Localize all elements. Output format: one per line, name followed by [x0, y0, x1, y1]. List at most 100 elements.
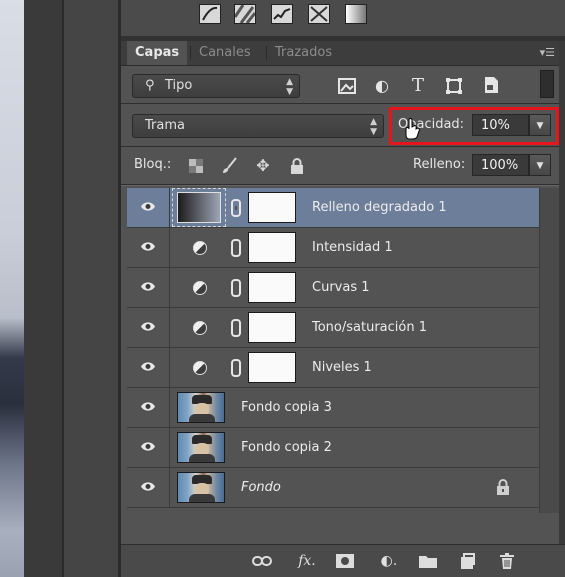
visibility-toggle[interactable] — [127, 228, 170, 267]
layers-list: Relleno degradado 1 Intensidad 1 Curvas … — [127, 188, 539, 513]
layer-row[interactable]: Fondo — [127, 468, 539, 508]
layer-row[interactable]: Curvas 1 — [127, 268, 539, 308]
collapsed-panel-dock — [64, 0, 118, 577]
divider — [121, 146, 565, 147]
exposure-adjustment-icon[interactable] — [233, 4, 257, 24]
layer-row[interactable]: Niveles 1 — [127, 348, 539, 388]
visibility-toggle[interactable] — [127, 428, 170, 467]
layer-mask-thumbnail[interactable] — [248, 312, 296, 343]
layer-name[interactable]: Intensidad 1 — [312, 228, 393, 267]
layer-mask-thumbnail[interactable] — [248, 192, 296, 223]
tab-channels[interactable]: Canales — [191, 41, 259, 65]
visibility-toggle[interactable] — [127, 388, 170, 427]
layer-name[interactable]: Fondo copia 3 — [241, 388, 332, 427]
layers-scrollbar[interactable] — [539, 188, 559, 513]
panel-tab-bar: Capas Canales Trazados ▾☰ — [121, 41, 565, 66]
filter-kind-label: Tipo — [165, 78, 193, 93]
layer-mask-thumbnail[interactable] — [248, 272, 296, 303]
gradient-map-adjustment-icon[interactable] — [345, 4, 367, 24]
new-layer-icon[interactable] — [457, 552, 477, 570]
lock-all-icon[interactable] — [288, 157, 306, 175]
updown-arrows-icon: ▲ ▼ — [286, 77, 293, 97]
layers-bottom-toolbar: fx. ◐. — [121, 544, 565, 577]
eye-icon — [141, 362, 155, 371]
chain-link-icon[interactable] — [231, 279, 241, 297]
fill-label: Relleno: — [413, 157, 466, 172]
divider — [121, 185, 565, 186]
eye-icon — [141, 202, 155, 211]
highlight-annotation-box — [389, 107, 559, 145]
layer-mask-thumbnail[interactable] — [248, 232, 296, 263]
chain-link-icon[interactable] — [231, 359, 241, 377]
panel-edge — [559, 41, 565, 544]
layer-name[interactable]: Fondo copia 2 — [241, 428, 332, 467]
adjustment-filter-icon[interactable]: ◐ — [372, 76, 392, 96]
lock-position-icon[interactable]: ✥ — [254, 157, 272, 175]
layer-style-fx-icon[interactable]: fx. — [297, 552, 317, 570]
layer-name[interactable]: Tono/saturación 1 — [312, 308, 427, 347]
lock-image-pixels-icon[interactable] — [220, 157, 238, 175]
lock-label: Bloq.: — [134, 157, 172, 172]
document-canvas-edge — [0, 0, 24, 577]
visibility-toggle[interactable] — [127, 188, 170, 227]
eye-icon — [141, 242, 155, 251]
layer-name[interactable]: Relleno degradado 1 — [312, 188, 447, 227]
layer-row[interactable]: Intensidad 1 — [127, 228, 539, 268]
adjustment-layer-icon[interactable] — [193, 241, 207, 255]
layer-row[interactable]: Fondo copia 2 — [127, 428, 539, 468]
layer-row[interactable]: Relleno degradado 1 — [127, 188, 539, 228]
smart-object-filter-icon[interactable] — [481, 76, 501, 96]
image-thumbnail[interactable] — [177, 472, 225, 503]
tab-layers[interactable]: Capas — [127, 41, 188, 65]
layer-filter-select[interactable]: ⚲ Tipo ▲ ▼ — [132, 74, 300, 98]
eye-icon — [141, 282, 155, 291]
eye-icon — [141, 442, 155, 451]
eye-icon — [141, 402, 155, 411]
shape-filter-icon[interactable] — [444, 76, 464, 96]
add-mask-icon[interactable] — [335, 552, 355, 570]
adjustment-layer-icon[interactable] — [193, 321, 207, 335]
new-group-folder-icon[interactable] — [418, 552, 438, 570]
chain-link-icon[interactable] — [231, 199, 241, 217]
link-layers-icon[interactable] — [252, 552, 272, 570]
tab-paths[interactable]: Trazados — [267, 41, 340, 65]
curves-adjustment-icon[interactable] — [199, 4, 221, 24]
image-thumbnail[interactable] — [177, 432, 225, 463]
posterize-adjustment-icon[interactable] — [271, 4, 293, 24]
adjustment-layer-icon[interactable] — [193, 361, 207, 375]
adjustment-layer-icon[interactable] — [193, 281, 207, 295]
chain-link-icon[interactable] — [231, 239, 241, 257]
layer-row[interactable]: Tono/saturación 1 — [127, 308, 539, 348]
workspace-background — [24, 0, 62, 577]
chain-link-icon[interactable] — [231, 319, 241, 337]
divider — [121, 103, 565, 104]
lock-transparent-pixels-icon[interactable] — [187, 157, 205, 175]
layer-name[interactable]: Fondo — [241, 468, 281, 507]
layer-name[interactable]: Niveles 1 — [312, 348, 372, 387]
gradient-thumbnail[interactable] — [177, 192, 221, 223]
type-filter-icon[interactable]: T — [408, 76, 428, 96]
visibility-toggle[interactable] — [127, 308, 170, 347]
visibility-toggle[interactable] — [127, 468, 170, 507]
blend-mode-select[interactable]: Trama ▲ ▼ — [132, 114, 384, 138]
layer-row[interactable]: Fondo copia 3 — [127, 388, 539, 428]
blend-mode-value: Trama — [145, 118, 185, 133]
layer-name[interactable]: Curvas 1 — [312, 268, 370, 307]
filter-toggle-switch[interactable] — [540, 70, 554, 98]
image-thumbnail[interactable] — [177, 392, 225, 423]
fill-input[interactable]: 100% — [472, 154, 529, 176]
updown-arrows-icon: ▲ ▼ — [370, 117, 377, 137]
search-icon: ⚲ — [145, 78, 155, 93]
image-filter-icon[interactable] — [337, 76, 357, 96]
new-adjustment-layer-icon[interactable]: ◐. — [379, 552, 399, 570]
layer-mask-thumbnail[interactable] — [248, 352, 296, 383]
delete-layer-trash-icon[interactable] — [497, 552, 517, 570]
eye-icon — [141, 482, 155, 491]
panel-menu-icon[interactable]: ▾☰ — [540, 46, 555, 59]
selective-color-adjustment-icon[interactable] — [308, 4, 330, 24]
visibility-toggle[interactable] — [127, 348, 170, 387]
fill-dropdown-button[interactable]: ▼ — [529, 154, 551, 176]
adjustments-icon-strip — [121, 0, 565, 37]
visibility-toggle[interactable] — [127, 268, 170, 307]
eye-icon — [141, 322, 155, 331]
